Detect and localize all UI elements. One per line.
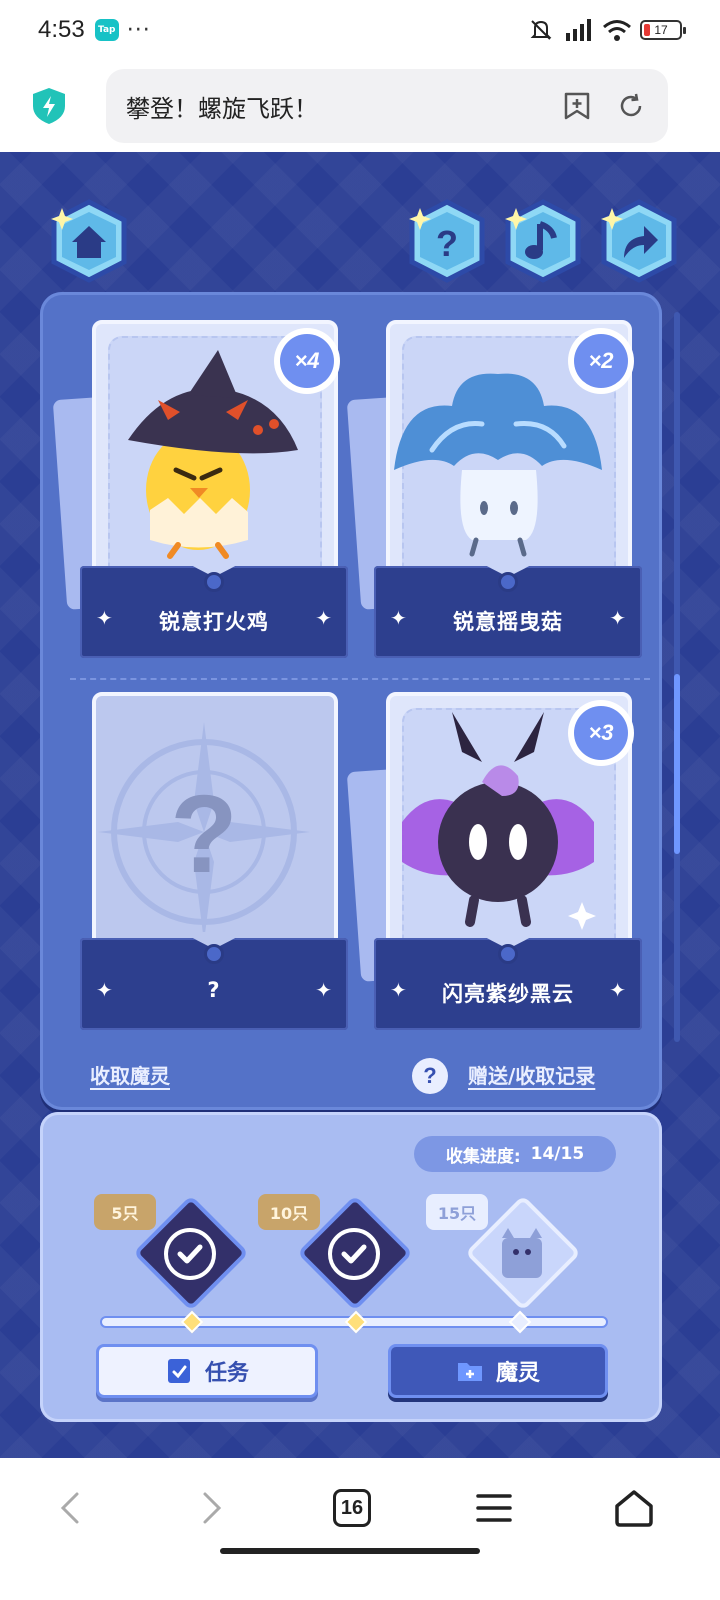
- card-pin: [204, 572, 224, 592]
- reload-icon[interactable]: [614, 89, 648, 123]
- address-bar[interactable]: 攀登！螺旋飞跃！: [106, 69, 668, 143]
- progress-value: 14/15: [530, 1144, 585, 1164]
- card-name: 锐意打火鸡: [159, 610, 269, 634]
- task-doc-icon: [167, 1359, 190, 1383]
- progress-label: 收集进度:: [445, 1146, 521, 1167]
- chevron-left-icon: [60, 1492, 79, 1524]
- records-help-icon[interactable]: ?: [412, 1058, 448, 1094]
- menu-icon: [476, 1494, 512, 1522]
- count-badge: ×4: [274, 328, 340, 394]
- milestone-label: 5只: [94, 1194, 156, 1230]
- status-bar: 4:53 Tap ··· 17: [0, 0, 720, 60]
- chevron-right-icon: [203, 1492, 222, 1524]
- count-badge: ×3: [568, 700, 634, 766]
- shield-bolt-icon[interactable]: [30, 86, 68, 126]
- task-label: 任务: [204, 1361, 249, 1386]
- row-divider: [70, 678, 650, 680]
- cat-bag-icon: [502, 1228, 542, 1278]
- mute-icon: [530, 20, 552, 40]
- browser-toolbar: 攀登！螺旋飞跃！: [0, 60, 720, 152]
- music-icon: [505, 199, 581, 283]
- forward-button[interactable]: [182, 1478, 242, 1538]
- share-icon: [601, 199, 677, 283]
- music-button[interactable]: [500, 198, 586, 284]
- gift-records-link[interactable]: 赠送/收取记录: [468, 1060, 595, 1089]
- home-button[interactable]: [46, 198, 132, 284]
- spirit-label: 魔灵: [495, 1361, 540, 1386]
- folder-add-icon: [457, 1363, 482, 1381]
- sparkle-icon: ✦: [315, 978, 332, 1002]
- card-pin: [498, 944, 518, 964]
- claimed-check-icon: [328, 1228, 380, 1280]
- clock: 4:53: [38, 16, 85, 43]
- back-button[interactable]: [40, 1478, 100, 1538]
- locked-question-illustration: ?: [98, 722, 310, 932]
- sparkle-icon: ✦: [609, 606, 626, 630]
- help-button[interactable]: ?: [404, 198, 490, 284]
- spirit-card[interactable]: ×2 ✦ 锐意摇曳菇 ✦: [346, 320, 642, 660]
- signal-icon: [566, 19, 591, 41]
- battery-icon: 17: [640, 20, 686, 40]
- more-notifications-icon: ···: [126, 17, 151, 43]
- svg-text:?: ?: [436, 223, 458, 264]
- add-bookmark-icon[interactable]: [560, 89, 594, 123]
- home-nav-button[interactable]: [604, 1478, 664, 1538]
- task-button[interactable]: 任务: [96, 1344, 318, 1398]
- collect-spirit-link[interactable]: 收取魔灵: [90, 1060, 170, 1089]
- milestone-label: 10只: [258, 1194, 320, 1230]
- milestone-reward[interactable]: 10只: [258, 1192, 414, 1312]
- claimed-check-icon: [164, 1228, 216, 1280]
- browser-home-icon: [615, 1490, 653, 1527]
- sparkle-icon: ✦: [315, 606, 332, 630]
- milestone-label: 15只: [426, 1194, 488, 1230]
- browser-nav-bar: 16: [0, 1458, 720, 1600]
- help-icon: ?: [409, 199, 485, 283]
- home-icon: [51, 199, 127, 283]
- menu-button[interactable]: [464, 1478, 524, 1538]
- page-title: 攀登！螺旋飞跃！: [126, 94, 318, 123]
- card-pin: [498, 572, 518, 592]
- card-name: 闪亮紫纱黑云: [442, 982, 574, 1006]
- milestone-reward[interactable]: 15只: [426, 1192, 582, 1312]
- tabs-button[interactable]: 16: [322, 1478, 382, 1538]
- share-button[interactable]: [596, 198, 682, 284]
- sparkle-icon: ✦: [609, 978, 626, 1002]
- spirit-button[interactable]: 魔灵: [388, 1344, 608, 1398]
- count-badge: ×2: [568, 328, 634, 394]
- milestone-reward[interactable]: 5只: [94, 1192, 250, 1312]
- svg-text:?: ?: [170, 773, 237, 896]
- game-canvas: ? ×4 ✦ 锐意打火鸡 ✦ ×2 ✦ 锐意摇曳菇 ✦ ? ✦ ? ✦ ×3 ✦…: [0, 152, 720, 1458]
- spirit-card[interactable]: ×3 ✦ 闪亮紫纱黑云 ✦: [346, 692, 642, 1032]
- collection-progress: 收集进度: 14/15: [414, 1136, 616, 1172]
- scrollbar-thumb[interactable]: [674, 674, 680, 854]
- wifi-icon: [603, 20, 631, 41]
- spirit-card[interactable]: ×4 ✦ 锐意打火鸡 ✦: [52, 320, 348, 660]
- card-name: 锐意摇曳菇: [453, 610, 563, 634]
- card-pin: [204, 944, 224, 964]
- taptap-notification-icon: Tap: [94, 19, 119, 41]
- tab-count: 16: [333, 1489, 371, 1527]
- gesture-bar[interactable]: [220, 1548, 480, 1554]
- card-name: ?: [207, 978, 221, 1002]
- locked-spirit-card[interactable]: ? ✦ ? ✦: [80, 692, 348, 1032]
